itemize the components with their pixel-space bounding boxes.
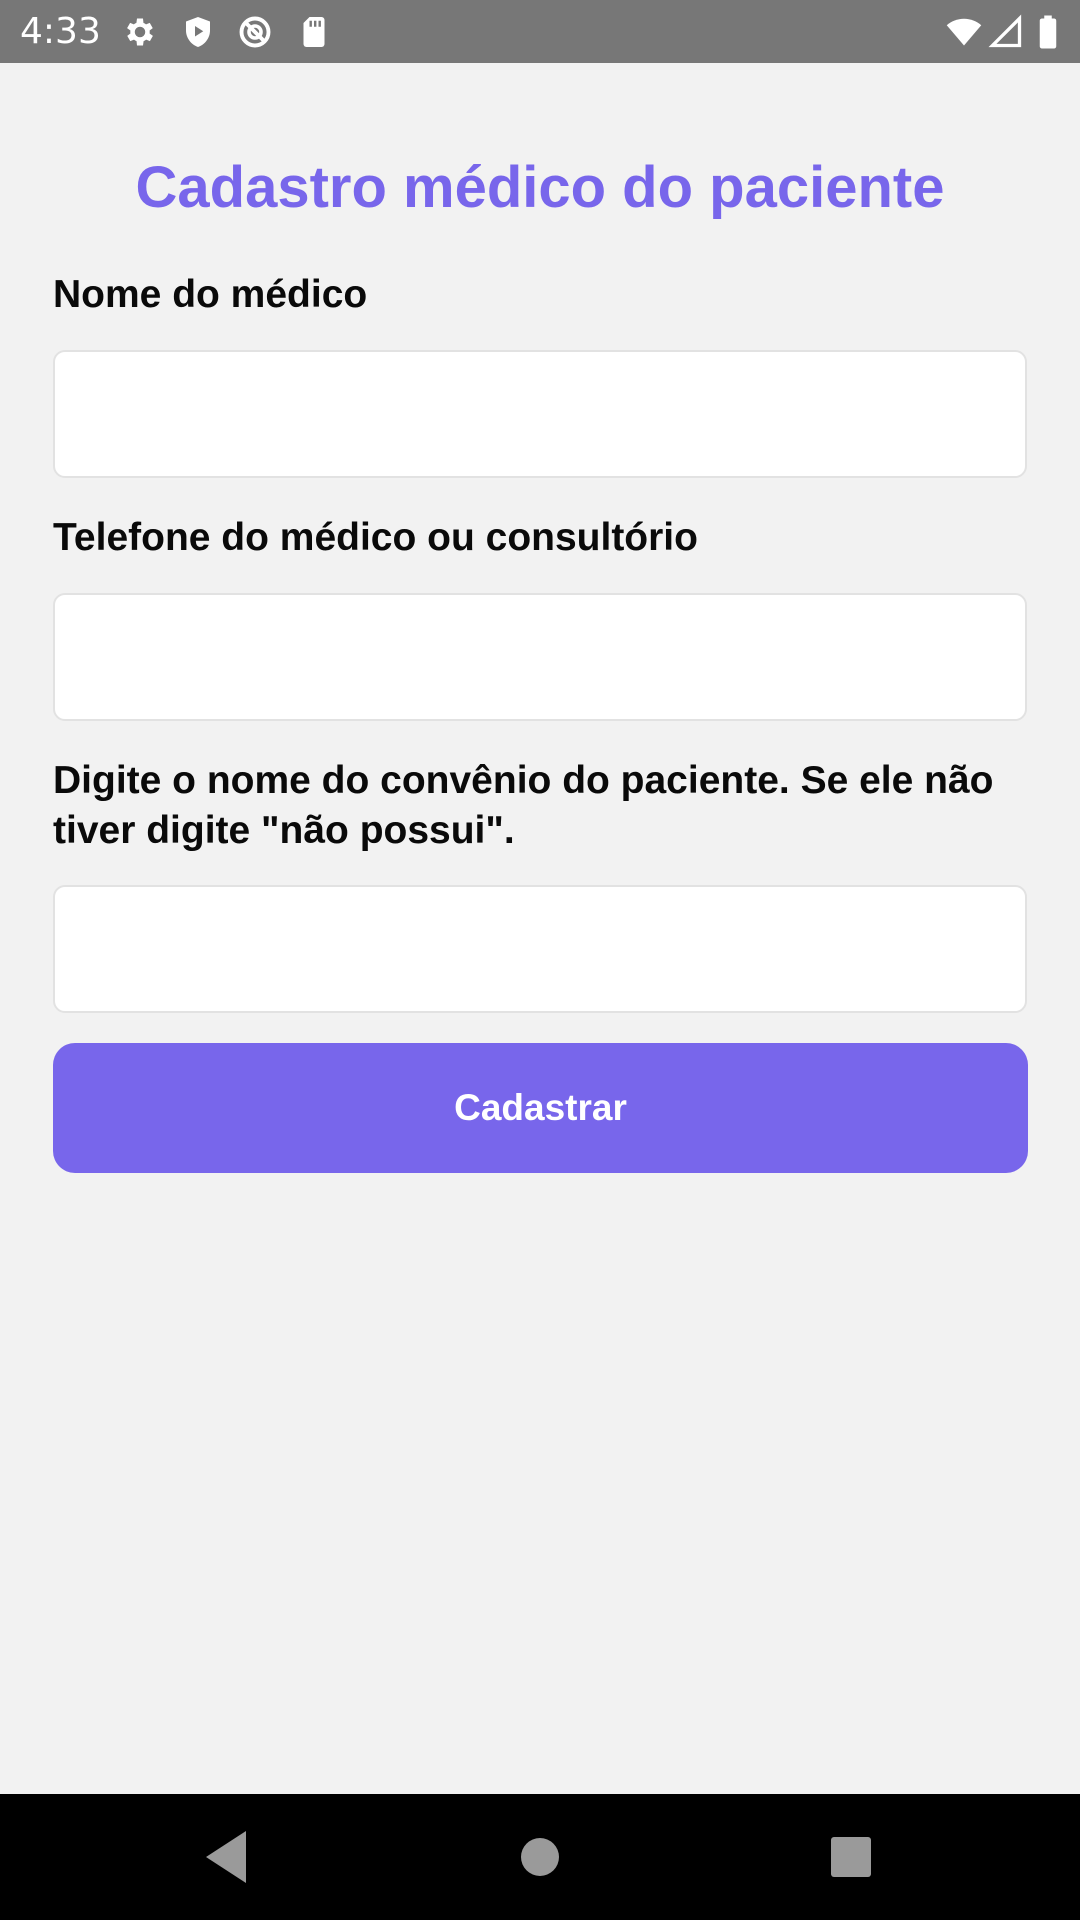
- sd-card-icon: [303, 17, 325, 47]
- battery-icon: [1039, 15, 1057, 49]
- doctor-phone-label: Telefone do médico ou consultório: [53, 516, 698, 559]
- doctor-phone-input[interactable]: [53, 593, 1027, 721]
- submit-button[interactable]: Cadastrar: [53, 1043, 1028, 1173]
- back-icon[interactable]: [186, 1817, 266, 1897]
- page-title: Cadastro médico do paciente: [135, 155, 945, 220]
- insurance-input[interactable]: [53, 885, 1027, 1013]
- signal-icon: [988, 14, 1022, 48]
- form-screen: Cadastro médico do paciente Nome do médi…: [0, 63, 1080, 1794]
- status-time: 4:33: [20, 11, 101, 52]
- doctor-name-label: Nome do médico: [53, 273, 368, 316]
- doctor-name-input[interactable]: [53, 350, 1027, 478]
- insurance-label: Digite o nome do convênio do paciente. S…: [53, 759, 994, 852]
- wifi-icon: [946, 18, 982, 46]
- navigation-bar: [0, 1794, 1080, 1920]
- status-bar: 4:33: [0, 0, 1080, 63]
- no-sync-icon: [239, 16, 271, 48]
- home-icon[interactable]: [500, 1817, 580, 1897]
- gear-icon: [127, 18, 153, 46]
- recents-icon[interactable]: [811, 1817, 891, 1897]
- shield-play-icon: [186, 17, 210, 47]
